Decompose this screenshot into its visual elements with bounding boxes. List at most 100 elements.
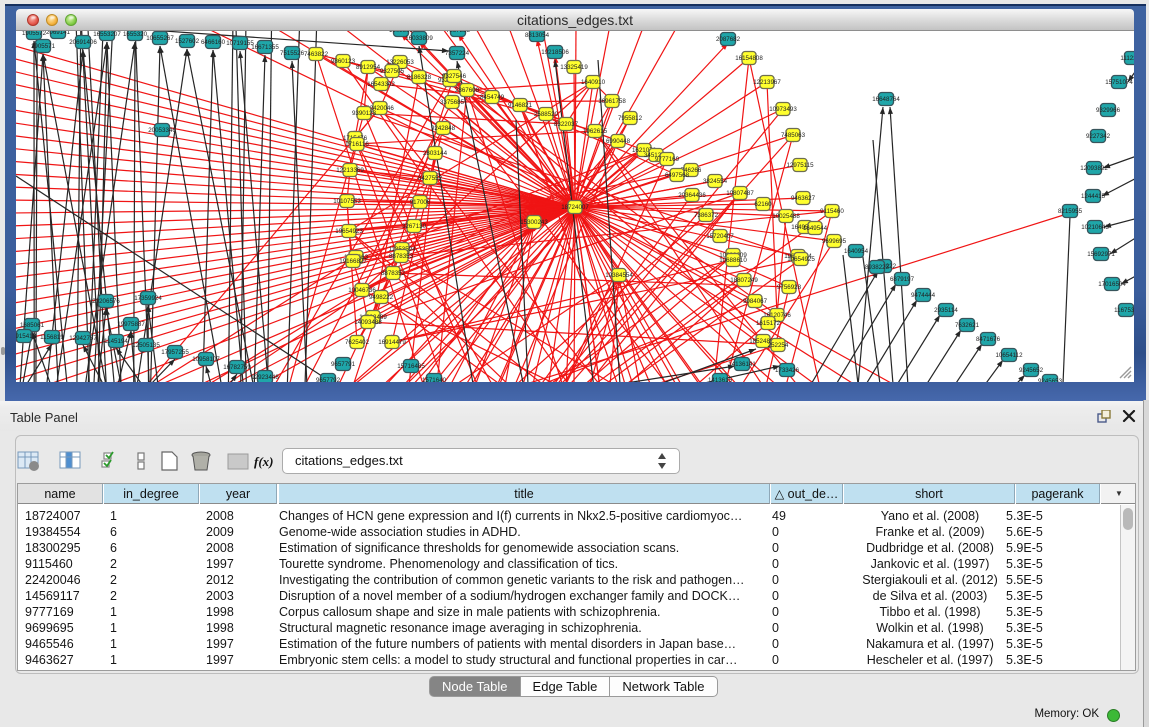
svg-text:1655320: 1655320 xyxy=(123,31,148,38)
svg-text:10719155: 10719155 xyxy=(226,40,254,47)
svg-text:7955812: 7955812 xyxy=(618,115,643,122)
svg-text:3375685: 3375685 xyxy=(440,99,465,106)
svg-text:9327505: 9327505 xyxy=(380,68,405,75)
svg-text:16553207: 16553207 xyxy=(93,31,121,38)
svg-text:16961758: 16961758 xyxy=(598,98,626,105)
svg-text:9390123: 9390123 xyxy=(352,110,377,117)
svg-text:20691406: 20691406 xyxy=(69,39,97,46)
svg-text:7463822: 7463822 xyxy=(304,51,329,58)
svg-text:8813054: 8813054 xyxy=(525,32,550,39)
svg-text:15300243: 15300243 xyxy=(520,219,548,226)
svg-text:8322037: 8322037 xyxy=(554,121,579,128)
svg-text:15720407: 15720407 xyxy=(706,233,734,240)
svg-text:8427552: 8427552 xyxy=(418,175,443,182)
svg-text:12975115: 12975115 xyxy=(786,162,814,169)
svg-text:9242848: 9242848 xyxy=(431,125,456,132)
svg-text:17016504: 17016504 xyxy=(1098,281,1126,288)
svg-text:16671355: 16671355 xyxy=(251,44,279,51)
svg-text:62160: 62160 xyxy=(754,201,772,208)
svg-text:19654923: 19654923 xyxy=(335,228,363,235)
svg-text:8938223: 8938223 xyxy=(865,264,890,271)
svg-text:20206576: 20206576 xyxy=(92,298,120,305)
svg-text:12093822: 12093822 xyxy=(1080,165,1108,172)
svg-text:16154808: 16154808 xyxy=(735,55,763,62)
svg-text:14093488: 14093488 xyxy=(354,319,382,326)
svg-text:f(x): f(x) xyxy=(254,454,274,469)
svg-text:1615172: 1615172 xyxy=(756,320,781,327)
svg-text:6497568: 6497568 xyxy=(665,172,690,179)
svg-text:3915413: 3915413 xyxy=(16,333,37,340)
svg-text:1527602: 1527602 xyxy=(175,38,200,45)
svg-text:10688610: 10688610 xyxy=(719,257,747,264)
svg-text:20053346: 20053346 xyxy=(148,127,176,134)
svg-text:10210643: 10210643 xyxy=(1081,224,1109,231)
svg-text:9474444: 9474444 xyxy=(911,292,936,299)
svg-text:2803144: 2803144 xyxy=(423,150,448,157)
svg-text:1112202: 1112202 xyxy=(1120,55,1134,62)
svg-text:9227342: 9227342 xyxy=(1086,133,1111,140)
svg-text:7386372: 7386372 xyxy=(694,212,719,219)
svg-text:252254: 252254 xyxy=(768,342,789,349)
svg-text:18724007: 18724007 xyxy=(561,204,589,211)
svg-text:19654925: 19654925 xyxy=(787,256,815,263)
svg-text:8912954: 8912954 xyxy=(356,64,381,71)
svg-text:1640954: 1640954 xyxy=(844,248,869,255)
svg-text:10107553: 10107553 xyxy=(333,198,361,205)
svg-text:12942757: 12942757 xyxy=(69,335,97,342)
svg-text:3267130: 3267130 xyxy=(402,223,427,230)
svg-text:2087682: 2087682 xyxy=(716,36,741,43)
svg-text:1962615: 1962615 xyxy=(583,128,608,135)
svg-text:9756928: 9756928 xyxy=(777,284,802,291)
svg-text:15716485: 15716485 xyxy=(397,363,425,370)
svg-text:2069141: 2069141 xyxy=(46,31,71,36)
svg-text:1603381: 1603381 xyxy=(389,31,414,34)
svg-text:1156819: 1156819 xyxy=(40,334,64,341)
svg-text:8878353: 8878353 xyxy=(389,253,414,260)
svg-text:16543342: 16543342 xyxy=(367,81,395,88)
svg-text:1244415: 1244415 xyxy=(1081,193,1106,200)
svg-text:16914479: 16914479 xyxy=(378,339,406,346)
svg-text:15751074: 15751074 xyxy=(1105,79,1133,86)
svg-text:9146821: 9146821 xyxy=(508,102,533,109)
svg-text:17957255: 17957255 xyxy=(161,349,189,356)
svg-text:917006: 917006 xyxy=(410,199,431,206)
svg-text:19384554: 19384554 xyxy=(605,272,633,279)
svg-text:8878352: 8878352 xyxy=(381,270,406,277)
svg-text:6990448: 6990448 xyxy=(606,138,631,145)
svg-text:7515526: 7515526 xyxy=(280,50,305,57)
svg-text:10807487: 10807487 xyxy=(726,190,754,197)
svg-text:10973493: 10973493 xyxy=(769,106,797,113)
svg-text:1905571: 1905571 xyxy=(31,43,56,50)
svg-text:2935114: 2935114 xyxy=(934,307,958,314)
svg-text:9327546: 9327546 xyxy=(442,73,467,80)
svg-text:10046736: 10046736 xyxy=(348,287,376,294)
svg-text:20364436: 20364436 xyxy=(678,192,706,199)
svg-text:1905572: 1905572 xyxy=(22,31,47,37)
svg-text:10958107: 10958107 xyxy=(192,356,220,363)
svg-text:8215955: 8215955 xyxy=(1058,208,1083,215)
svg-text:9657791: 9657791 xyxy=(331,361,356,368)
svg-text:9329966: 9329966 xyxy=(1096,107,1121,114)
svg-text:7625402: 7625402 xyxy=(345,339,370,346)
svg-text:1640910: 1640910 xyxy=(581,79,606,86)
svg-text:9860123: 9860123 xyxy=(331,58,356,65)
svg-text:1413615: 1413615 xyxy=(708,377,733,382)
svg-text:16782759: 16782759 xyxy=(223,364,251,371)
svg-text:8454749: 8454749 xyxy=(480,94,505,101)
svg-text:12213369: 12213369 xyxy=(336,167,364,174)
svg-text:1145194: 1145194 xyxy=(104,338,128,345)
svg-text:8471676: 8471676 xyxy=(976,336,1001,343)
svg-text:1649544: 1649544 xyxy=(803,225,828,232)
svg-text:9245652: 9245652 xyxy=(1019,367,1044,374)
svg-text:7357224: 7357224 xyxy=(445,50,470,57)
svg-text:12213967: 12213967 xyxy=(753,79,781,86)
svg-text:1733426: 1733426 xyxy=(775,367,800,374)
svg-text:10654112: 10654112 xyxy=(995,352,1023,359)
svg-text:15692971: 15692971 xyxy=(1087,251,1115,258)
svg-text:7357225: 7357225 xyxy=(446,31,471,34)
svg-text:2867608: 2867608 xyxy=(455,87,480,94)
svg-text:9777169: 9777169 xyxy=(655,156,680,163)
svg-text:17359924: 17359924 xyxy=(134,295,162,302)
svg-text:19218506: 19218506 xyxy=(541,49,569,56)
svg-text:8186328: 8186328 xyxy=(407,74,432,81)
